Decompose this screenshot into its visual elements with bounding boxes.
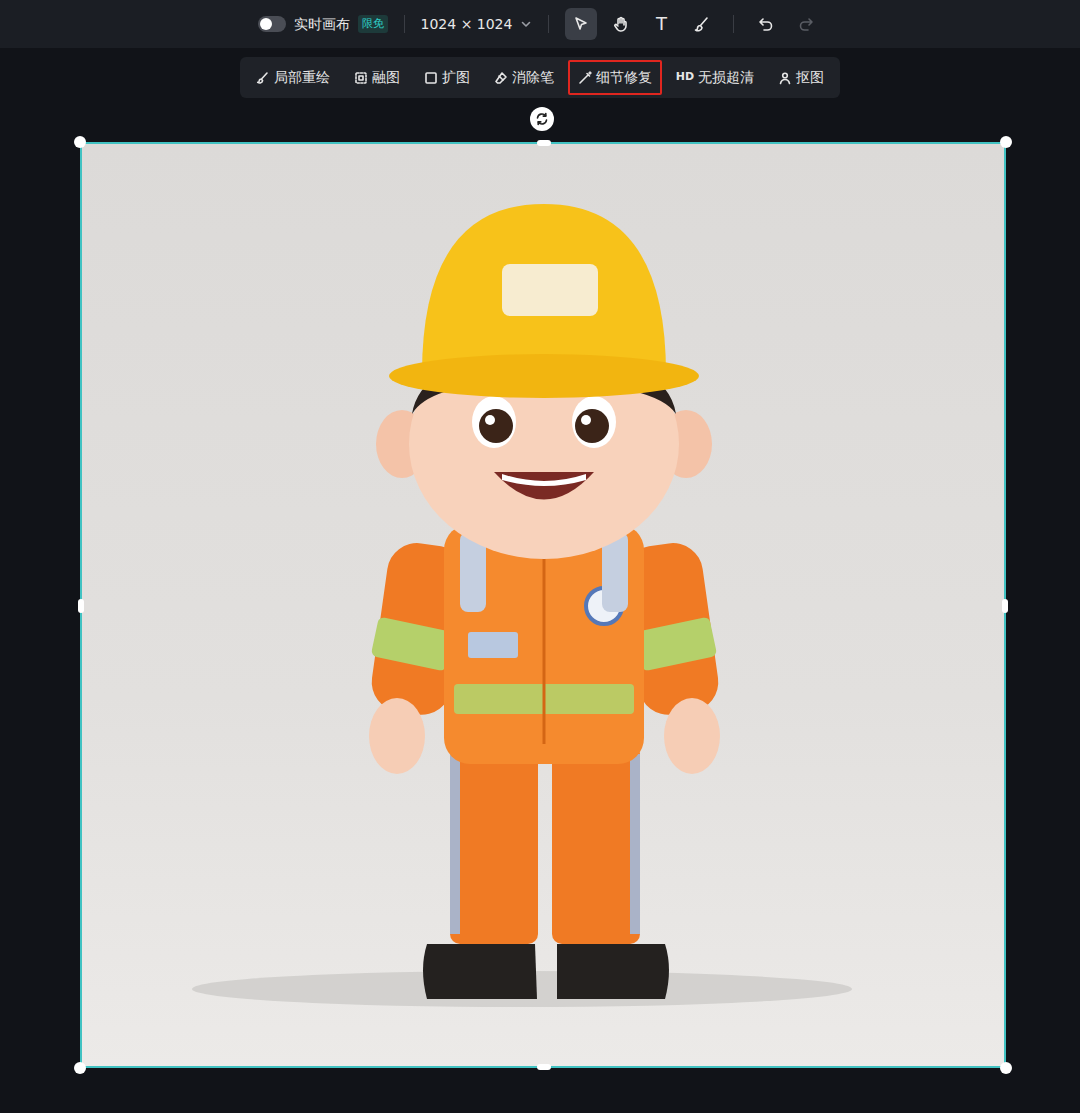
resize-handle[interactable]: [537, 140, 551, 146]
edit-tool-label[interactable]: 细节修复: [596, 67, 652, 88]
edit-toolbar-row: 局部重绘 融图 扩图 消除笔 细节修复 HD无损超清 抠图: [0, 48, 1080, 98]
cutout-icon: [778, 71, 792, 85]
separator: [733, 15, 734, 33]
repair-button[interactable]: 细节修复: [568, 60, 662, 95]
tool-group: T: [565, 8, 717, 40]
upscale-button[interactable]: HD无损超清: [666, 60, 764, 95]
blend-button[interactable]: 融图: [344, 60, 410, 95]
cutout-button[interactable]: 抠图: [768, 60, 834, 95]
size-select[interactable]: 1024 × 1024: [421, 14, 533, 35]
undo-icon[interactable]: [757, 15, 775, 33]
resize-handle[interactable]: [537, 1064, 551, 1070]
free-badge: 限免: [358, 15, 388, 34]
top-toolbar: 实时画布限免 1024 × 1024 T: [0, 0, 1080, 48]
rotate-row: [0, 98, 1080, 142]
undo-button[interactable]: [750, 8, 782, 40]
realtime-toggle[interactable]: [258, 16, 286, 32]
select-icon[interactable]: [572, 15, 590, 33]
edit-tool-label[interactable]: 融图: [372, 67, 400, 88]
edit-tool-label[interactable]: 局部重绘: [274, 67, 330, 88]
canvas-image: [82, 144, 1004, 1066]
brush-tool[interactable]: [685, 8, 717, 40]
realtime-label[interactable]: 实时画布: [294, 14, 350, 35]
realtime-canvas[interactable]: 实时画布限免: [258, 14, 388, 35]
eraser-button[interactable]: 消除笔: [484, 60, 564, 95]
edit-toolbar: 局部重绘 融图 扩图 消除笔 细节修复 HD无损超清 抠图: [240, 57, 840, 98]
eraser-icon: [494, 71, 508, 85]
canvas-frame[interactable]: [80, 142, 1006, 1068]
text-icon[interactable]: T: [656, 15, 667, 33]
repair-icon: [578, 71, 592, 85]
select-tool[interactable]: [565, 8, 597, 40]
hand-icon[interactable]: [612, 15, 630, 33]
resize-handle[interactable]: [1000, 136, 1012, 148]
edit-tool-label[interactable]: 抠图: [796, 67, 824, 88]
inpaint-button[interactable]: 局部重绘: [246, 60, 340, 95]
resize-handle[interactable]: [78, 599, 84, 613]
resize-handle[interactable]: [1002, 599, 1008, 613]
resize-handle[interactable]: [1000, 1062, 1012, 1074]
text-tool[interactable]: T: [645, 8, 677, 40]
redo-button[interactable]: [790, 8, 822, 40]
expand-button[interactable]: 扩图: [414, 60, 480, 95]
edit-tool-label[interactable]: 消除笔: [512, 67, 554, 88]
toggle-knob: [260, 18, 272, 30]
blend-icon: [354, 71, 368, 85]
chevron-icon[interactable]: [520, 18, 532, 30]
resize-handle[interactable]: [74, 136, 86, 148]
expand-icon: [424, 71, 438, 85]
resize-handle[interactable]: [74, 1062, 86, 1074]
redo-icon[interactable]: [797, 15, 815, 33]
edit-tool-label[interactable]: 扩图: [442, 67, 470, 88]
separator: [404, 15, 405, 33]
brush-icon[interactable]: [692, 15, 710, 33]
edit-tool-label[interactable]: 无损超清: [698, 67, 754, 88]
inpaint-icon: [256, 71, 270, 85]
hand-tool[interactable]: [605, 8, 637, 40]
separator: [548, 15, 549, 33]
history-group: [750, 8, 822, 40]
rotate-icon[interactable]: [530, 107, 554, 131]
hd-icon: HD: [676, 69, 694, 86]
size-label[interactable]: 1024 × 1024: [421, 14, 513, 35]
